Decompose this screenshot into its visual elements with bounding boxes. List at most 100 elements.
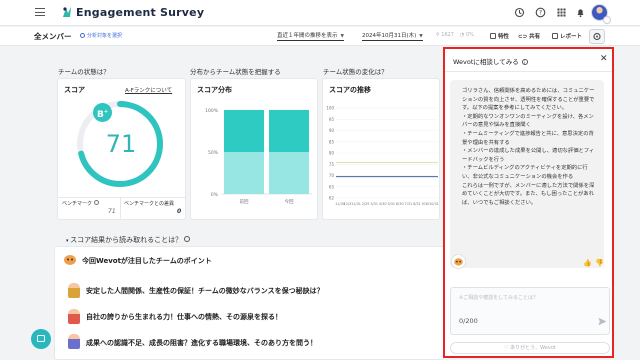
x-tick-label: 12/31 — [344, 202, 354, 206]
send-icon[interactable] — [598, 317, 607, 326]
person-figure-icon — [68, 283, 80, 298]
period-select[interactable]: 直近１年間の推移を表示 ▼ — [277, 31, 344, 41]
grade-badge: B+ — [93, 103, 112, 122]
rank-info-link[interactable]: A-Fランクについて — [125, 86, 172, 94]
char-counter: 0/200 — [459, 317, 478, 325]
wevot-avatar — [451, 254, 466, 269]
insight-item[interactable]: 成果への認識不足、成長の阻害？進化する職場環境、そのあり方を問う！ — [86, 338, 317, 348]
info-icon: i — [521, 59, 528, 65]
filter-bar: 全メンバー 分析対象を選択 直近１年間の推移を表示 ▼ 2024年10月31日(木… — [0, 27, 640, 46]
top-bar: Engagement Survey ? — [0, 0, 640, 26]
date-select[interactable]: 2024年10月31日(木) ▼ — [362, 31, 423, 41]
trend-chart: 100959085807570656211/3012/31 1/31 2/29 3/3… — [326, 106, 439, 207]
bookmark-icon — [490, 33, 496, 39]
divider — [445, 71, 612, 72]
panel-title: Wevotに相談してみる i — [453, 56, 528, 66]
thanks-button[interactable]: ♡ ありがとう、Wevot — [450, 342, 610, 354]
grid-icon[interactable] — [556, 7, 567, 18]
trend-title: スコアの推移 — [329, 86, 371, 94]
y-tick-label: 80 — [329, 151, 335, 156]
y-tick-label: 90 — [329, 128, 335, 133]
chat-icon — [37, 335, 45, 342]
thumbs-down-icon[interactable]: 👎 — [595, 259, 604, 267]
bar-segment-top — [224, 110, 264, 152]
bot-message: ゴリラさん、信頼関係を高めるためには、コミュニケーションの質を向上させ、透明性を… — [450, 80, 604, 268]
person-figure-icon — [68, 309, 80, 324]
y-tick-label: 65 — [329, 184, 335, 189]
svg-text:?: ? — [539, 10, 542, 17]
benchmark-diff-value: 0 — [177, 208, 182, 215]
help-icon[interactable]: ? — [535, 7, 546, 18]
chat-button[interactable] — [31, 329, 51, 349]
chevron-down-icon: ▼ — [419, 34, 423, 39]
wevot-panel: Wevotに相談してみる i ✕ ゴリラさん、信頼関係を高めるためには、コミュニケ… — [443, 47, 614, 358]
search-icon — [80, 33, 85, 38]
y-tick-label: 70 — [329, 173, 335, 178]
y-tick-label: 85 — [329, 139, 335, 144]
info-icon — [184, 236, 191, 242]
insights-heading: ▾ スコア結果から読み取れることは？ — [66, 235, 191, 245]
share-button[interactable]: ⊂⊃ 共有 — [518, 32, 540, 40]
bell-icon[interactable] — [575, 7, 586, 18]
x-tick-label: 3/31 — [370, 202, 378, 206]
thumbs-up-icon[interactable]: 👍 — [583, 259, 592, 267]
respondents-count: ⚲ 1627 — [436, 32, 454, 38]
members-label: 全メンバー — [34, 32, 72, 41]
x-tick-label: 8/31 — [413, 202, 421, 206]
state-section-title: チームの状態は？ — [58, 68, 110, 76]
bar-segment-top — [269, 110, 309, 152]
y-tick-label: 62 — [329, 196, 335, 201]
target-select-link[interactable]: 分析対象を選択 — [80, 32, 122, 39]
report-button[interactable]: レポート — [552, 32, 582, 40]
change-section-title: チーム状態の変化は？ — [323, 68, 388, 76]
x-tick-label: 今回 — [285, 198, 294, 205]
y-tick-label: 95 — [329, 117, 335, 122]
benchmark-diff-label: ベンチマークとの差異 — [124, 201, 174, 207]
close-icon[interactable]: ✕ — [600, 54, 608, 64]
bar-segment-bottom — [224, 152, 264, 194]
insight-item[interactable]: 安定した人間関係、生産性の保証！チームの微妙なバランスを保つ秘訣は？ — [86, 286, 324, 296]
x-tick-label: 9/30 — [422, 202, 430, 206]
x-tick-label: 1/31 — [353, 202, 361, 206]
y-tick-label: 100% — [205, 108, 219, 114]
x-tick-label: 6/30 — [396, 202, 404, 206]
person-figure-icon — [68, 334, 80, 349]
y-tick-label: 100 — [326, 106, 334, 111]
chat-input-box: 0/200 — [450, 287, 610, 335]
x-tick-label: 7/31 — [405, 202, 413, 206]
wevot-icon — [64, 255, 76, 265]
benchmark-label: ベンチマーク — [62, 200, 99, 207]
score-gauge: 71 — [77, 101, 163, 187]
y-tick-label: 0% — [211, 192, 219, 198]
logo-icon — [63, 7, 71, 17]
x-tick-label: 2/29 — [362, 202, 370, 206]
app-title: Engagement Survey — [76, 6, 205, 19]
settings-button[interactable] — [589, 29, 605, 44]
divider — [120, 198, 121, 219]
distribution-section-title: 分布からチーム状態を把握する — [190, 68, 281, 76]
y-tick-label: 50% — [208, 150, 219, 156]
menu-icon[interactable] — [35, 8, 45, 16]
bar-segment-bottom — [269, 152, 309, 194]
chevron-down-icon[interactable] — [603, 16, 611, 24]
point-title: 今回Wevotが注目したチームのポイント — [82, 257, 212, 265]
chat-input[interactable] — [459, 294, 601, 308]
insight-item[interactable]: 自社の誇りから生まれる力！仕事への情熱、その源泉を探る！ — [86, 312, 282, 322]
x-tick-label: 10/31 — [429, 202, 439, 206]
distribution-title: スコア分布 — [197, 86, 232, 94]
score-value: 71 — [106, 130, 137, 158]
x-tick-label: 4/30 — [379, 202, 387, 206]
y-tick-label: 75 — [329, 162, 335, 167]
history-icon[interactable] — [514, 7, 525, 18]
benchmark-value: 71 — [108, 208, 116, 215]
divider — [58, 197, 185, 198]
report-icon — [552, 33, 558, 39]
gear-icon — [593, 32, 601, 41]
chevron-down-icon: ▼ — [340, 34, 344, 39]
link-icon: ⊂⊃ — [518, 34, 528, 40]
distribution-chart: 100% 50% 0% 前回 今回 — [205, 108, 312, 205]
pin-button[interactable]: 特性 — [490, 32, 509, 40]
x-tick-label: 前回 — [240, 198, 249, 205]
response-rate: ◔ 0% — [460, 32, 474, 38]
x-tick-label: 5/31 — [387, 202, 395, 206]
